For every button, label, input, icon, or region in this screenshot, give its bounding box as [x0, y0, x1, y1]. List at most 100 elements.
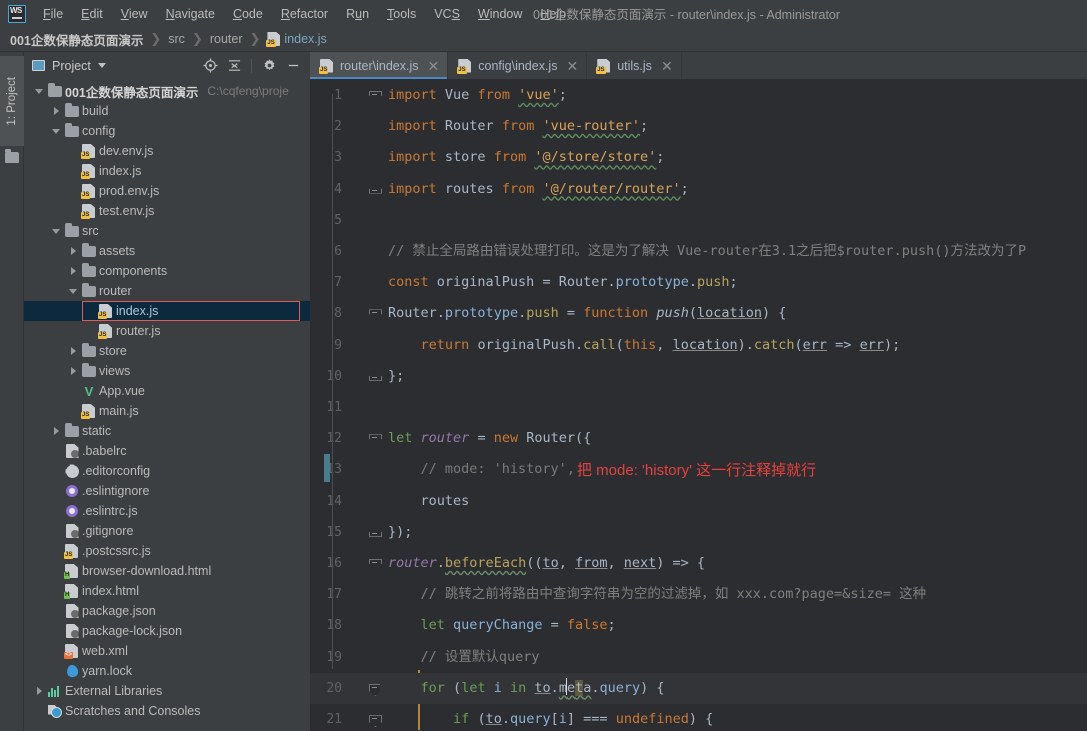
chevron-right-icon[interactable]	[66, 347, 80, 355]
chevron-right-icon[interactable]	[66, 267, 80, 275]
project-tree[interactable]: 001企数保静态页面演示 C:\cqfeng\proje build config JS…	[24, 79, 310, 731]
menu-item-run[interactable]: Run	[337, 4, 378, 24]
tree-item-web-xml[interactable]: <> web.xml	[24, 641, 310, 661]
code-content[interactable]: };	[380, 361, 1087, 392]
close-icon[interactable]: ✕	[566, 59, 578, 73]
project-folder-icon[interactable]	[5, 149, 19, 163]
tree-item-babelrc[interactable]: .babelrc	[24, 441, 310, 461]
tree-item-eslintignore[interactable]: .eslintignore	[24, 481, 310, 501]
menu-item-code[interactable]: Code	[224, 4, 272, 24]
code-content[interactable]: let router = new Router({	[380, 423, 1087, 454]
tree-item-components[interactable]: components	[24, 261, 310, 281]
code-content[interactable]: if (to.query[i] === undefined) {	[380, 704, 1087, 731]
tree-item-test-env-js[interactable]: JS test.env.js	[24, 201, 310, 221]
gutter[interactable]	[352, 579, 380, 611]
chevron-right-icon[interactable]	[32, 687, 46, 695]
code-content[interactable]: routes	[380, 486, 1087, 517]
chevron-right-icon[interactable]	[66, 247, 80, 255]
tree-item-router[interactable]: router	[24, 281, 310, 301]
menu-item-refactor[interactable]: Refactor	[272, 4, 337, 24]
tree-item-yarn-lock[interactable]: yarn.lock	[24, 661, 310, 681]
gutter[interactable]	[352, 516, 380, 549]
code-editor[interactable]: 1 import Vue from 'vue'; 2 import Router…	[310, 80, 1087, 731]
gutter[interactable]	[352, 704, 380, 731]
code-content[interactable]: });	[380, 517, 1087, 548]
close-icon[interactable]: ✕	[661, 59, 673, 73]
code-content[interactable]: // mode: 'history',	[380, 454, 1087, 485]
code-content[interactable]: return originalPush.call(this, location)…	[380, 330, 1087, 361]
tree-item-build[interactable]: build	[24, 101, 310, 121]
chevron-right-icon[interactable]	[66, 367, 80, 375]
gutter[interactable]	[352, 360, 380, 393]
breadcrumb-project[interactable]: 001企数保静态页面演示	[10, 30, 143, 49]
collapse-all-icon[interactable]	[223, 55, 245, 77]
chevron-right-icon[interactable]	[49, 107, 63, 115]
code-content[interactable]: Router.prototype.push = function push(lo…	[380, 298, 1087, 329]
code-content[interactable]	[380, 205, 1087, 236]
gutter[interactable]	[352, 111, 380, 143]
gutter[interactable]	[352, 392, 380, 424]
tree-item-src[interactable]: src	[24, 221, 310, 241]
tab-router-index-js[interactable]: JS router\index.js ✕	[310, 52, 449, 79]
menu-item-file[interactable]: File	[34, 4, 72, 24]
menu-item-vcs[interactable]: VCS	[425, 4, 469, 24]
tree-item-editorconfig[interactable]: .editorconfig	[24, 461, 310, 481]
breadcrumb-router[interactable]: router	[210, 32, 243, 46]
locate-icon[interactable]	[199, 55, 221, 77]
breadcrumb-src[interactable]: src	[168, 32, 185, 46]
code-content[interactable]: // 禁止全局路由错误处理打印。这是为了解决 Vue-router在3.1之后把…	[380, 236, 1087, 267]
gutter[interactable]	[352, 267, 380, 299]
tree-item-001[interactable]: 001企数保静态页面演示 C:\cqfeng\proje	[24, 81, 310, 101]
tree-item-package-lock-json[interactable]: package-lock.json	[24, 621, 310, 641]
code-content[interactable]	[380, 392, 1087, 423]
gutter[interactable]	[352, 80, 380, 112]
chevron-down-icon[interactable]	[49, 229, 63, 234]
gutter[interactable]	[352, 298, 380, 330]
tree-item-store[interactable]: store	[24, 341, 310, 361]
code-content[interactable]: // 设置默认query	[380, 642, 1087, 673]
tree-item-external-libraries[interactable]: External Libraries	[24, 681, 310, 701]
gutter[interactable]	[352, 173, 380, 205]
tree-item-static[interactable]: static	[24, 421, 310, 441]
code-content[interactable]: import Vue from 'vue';	[380, 80, 1087, 111]
close-icon[interactable]: ✕	[428, 59, 440, 73]
tree-item-index-js[interactable]: JS index.js	[24, 161, 310, 181]
menu-item-tools[interactable]: Tools	[378, 4, 425, 24]
tree-item-router-js[interactable]: JS router.js	[24, 321, 310, 341]
gutter[interactable]	[352, 423, 380, 455]
code-content[interactable]: const originalPush = Router.prototype.pu…	[380, 267, 1087, 298]
code-content[interactable]: router.beforeEach((to, from, next) => {	[380, 548, 1087, 579]
tree-item-main-js[interactable]: JS main.js	[24, 401, 310, 421]
menu-item-navigate[interactable]: Navigate	[157, 4, 224, 24]
tree-item-assets[interactable]: assets	[24, 241, 310, 261]
chevron-down-icon[interactable]	[32, 89, 46, 94]
gutter[interactable]	[352, 454, 380, 486]
chevron-down-icon[interactable]	[97, 63, 106, 68]
code-content[interactable]: for (let i in to.meta.query) {	[380, 672, 1087, 705]
tool-window-button-project[interactable]: 1: Project	[0, 56, 24, 146]
hide-icon[interactable]	[282, 55, 304, 77]
tree-item-index-js[interactable]: JS index.js	[24, 301, 310, 321]
tree-item-app-vue[interactable]: V App.vue	[24, 381, 310, 401]
gutter[interactable]	[352, 204, 380, 237]
code-content[interactable]: import routes from '@/router/router';	[380, 174, 1087, 205]
tree-item-index-html[interactable]: Hindex.html	[24, 581, 310, 601]
menu-item-window[interactable]: Window	[469, 4, 531, 24]
chevron-down-icon[interactable]	[49, 129, 63, 134]
gutter[interactable]	[352, 641, 380, 673]
tree-item-prod-env-js[interactable]: JS prod.env.js	[24, 181, 310, 201]
gutter[interactable]	[352, 142, 380, 174]
gutter[interactable]	[352, 610, 380, 642]
code-content[interactable]: // 跳转之前将路由中查询字符串为空的过滤掉，如 xxx.com?page=&s…	[380, 579, 1087, 610]
chevron-down-icon[interactable]	[66, 289, 80, 294]
code-content[interactable]: import store from '@/store/store';	[380, 142, 1087, 173]
menu-item-edit[interactable]: Edit	[72, 4, 112, 24]
tree-item-package-json[interactable]: package.json	[24, 601, 310, 621]
gear-icon[interactable]	[258, 55, 280, 77]
gutter[interactable]	[352, 329, 380, 361]
gutter[interactable]	[352, 485, 380, 517]
vcs-change-marker[interactable]	[324, 454, 330, 482]
gutter[interactable]	[352, 672, 380, 705]
menu-item-view[interactable]: View	[112, 4, 157, 24]
tab-utils-js[interactable]: JS utils.js ✕	[587, 52, 682, 79]
